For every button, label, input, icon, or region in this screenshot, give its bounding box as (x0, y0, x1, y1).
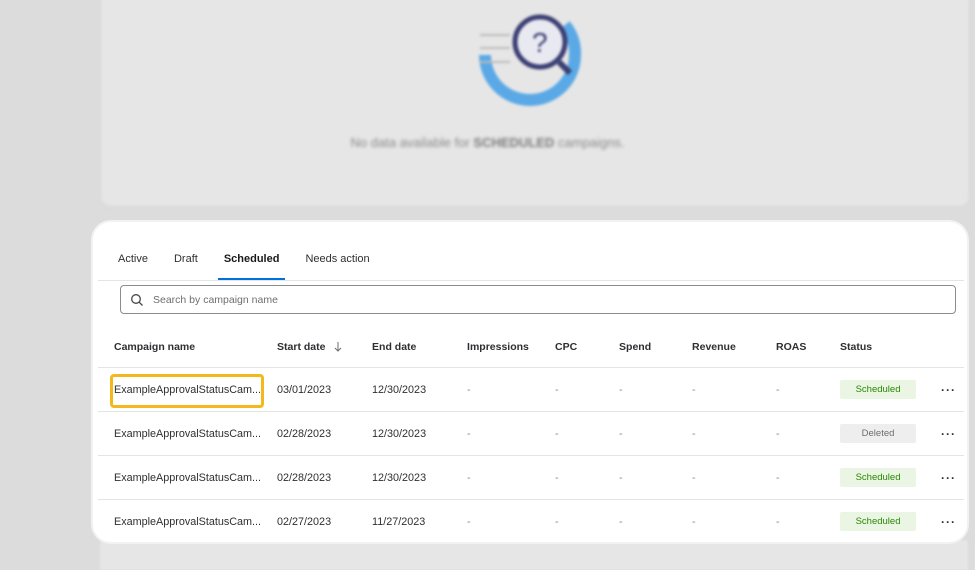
col-start-date[interactable]: Start date (261, 327, 357, 368)
spend-cell: - (603, 411, 677, 456)
campaigns-card: Active Draft Scheduled Needs action Camp… (93, 222, 967, 542)
col-revenue[interactable]: Revenue (676, 327, 761, 368)
impressions-cell: - (451, 455, 540, 500)
col-impressions[interactable]: Impressions (451, 327, 540, 368)
more-horizontal-icon[interactable]: ··· (941, 427, 956, 441)
table-row[interactable]: ExampleApprovalStatusCam... 03/01/2023 1… (98, 367, 964, 412)
col-actions (925, 327, 964, 368)
row-actions: ··· (925, 367, 964, 412)
search-icon (131, 293, 143, 306)
col-roas[interactable]: ROAS (760, 327, 825, 368)
table-header-row: Campaign name Start date End date Impres… (98, 327, 964, 368)
background-panel-bottom (100, 540, 968, 570)
impressions-cell: - (451, 499, 540, 542)
col-cpc[interactable]: CPC (539, 327, 604, 368)
row-actions: ··· (925, 499, 964, 542)
campaign-name-link[interactable]: ExampleApprovalStatusCam... (98, 499, 262, 542)
tabs-divider (98, 280, 964, 281)
campaign-tabs: Active Draft Scheduled Needs action (112, 246, 390, 282)
roas-cell: - (760, 455, 825, 500)
start-date-cell: 02/27/2023 (261, 499, 357, 542)
campaigns-table: Campaign name Start date End date Impres… (98, 327, 964, 542)
search-box[interactable] (120, 285, 956, 314)
tab-draft[interactable]: Draft (168, 246, 204, 280)
status-badge: Deleted (840, 424, 917, 443)
revenue-cell: - (676, 499, 761, 542)
more-horizontal-icon[interactable]: ··· (941, 471, 956, 485)
cpc-cell: - (539, 411, 604, 456)
table-row[interactable]: ExampleApprovalStatusCam... 02/28/2023 1… (98, 411, 964, 456)
search-input[interactable] (151, 292, 935, 307)
col-end-date[interactable]: End date (356, 327, 452, 368)
revenue-cell: - (676, 411, 761, 456)
table-row[interactable]: ExampleApprovalStatusCam... 02/28/2023 1… (98, 455, 964, 500)
more-horizontal-icon[interactable]: ··· (941, 383, 956, 397)
col-status[interactable]: Status (824, 327, 926, 368)
status-cell: Scheduled (824, 367, 926, 412)
spend-cell: - (603, 367, 677, 412)
tab-active[interactable]: Active (112, 246, 154, 280)
table-row[interactable]: ExampleApprovalStatusCam... 02/27/2023 1… (98, 499, 964, 542)
spend-cell: - (603, 499, 677, 542)
tab-needs-action[interactable]: Needs action (299, 246, 375, 280)
svg-text:?: ? (532, 27, 548, 58)
magnifier-question-icon: ? (479, 14, 581, 106)
more-horizontal-icon[interactable]: ··· (941, 515, 956, 529)
roas-cell: - (760, 499, 825, 542)
cpc-cell: - (539, 455, 604, 500)
campaign-name-link[interactable]: ExampleApprovalStatusCam... (98, 455, 262, 500)
status-cell: Deleted (824, 411, 926, 456)
status-badge: Scheduled (840, 512, 917, 531)
status-cell: Scheduled (824, 499, 926, 542)
roas-cell: - (760, 411, 825, 456)
end-date-cell: 11/27/2023 (356, 499, 452, 542)
impressions-cell: - (451, 367, 540, 412)
campaign-name-link[interactable]: ExampleApprovalStatusCam... (98, 411, 262, 456)
impressions-cell: - (451, 411, 540, 456)
col-spend[interactable]: Spend (603, 327, 677, 368)
end-date-cell: 12/30/2023 (356, 411, 452, 456)
status-cell: Scheduled (824, 455, 926, 500)
row-actions: ··· (925, 455, 964, 500)
end-date-cell: 12/30/2023 (356, 455, 452, 500)
end-date-cell: 12/30/2023 (356, 367, 452, 412)
col-start-date-label: Start date (277, 341, 326, 353)
revenue-cell: - (676, 455, 761, 500)
status-badge: Scheduled (840, 380, 917, 399)
tab-scheduled[interactable]: Scheduled (217, 246, 286, 280)
start-date-cell: 03/01/2023 (261, 367, 357, 412)
cpc-cell: - (539, 367, 604, 412)
spend-cell: - (603, 455, 677, 500)
revenue-cell: - (676, 367, 761, 412)
row-actions: ··· (925, 411, 964, 456)
start-date-cell: 02/28/2023 (261, 455, 357, 500)
campaign-name-link[interactable]: ExampleApprovalStatusCam... (98, 367, 262, 412)
col-campaign-name[interactable]: Campaign name (98, 327, 262, 368)
cpc-cell: - (539, 499, 604, 542)
start-date-cell: 02/28/2023 (261, 411, 357, 456)
status-badge: Scheduled (840, 468, 917, 487)
empty-state-message: No data available for SCHEDULED campaign… (350, 135, 625, 150)
roas-cell: - (760, 367, 825, 412)
arrow-down-icon[interactable] (334, 342, 342, 352)
